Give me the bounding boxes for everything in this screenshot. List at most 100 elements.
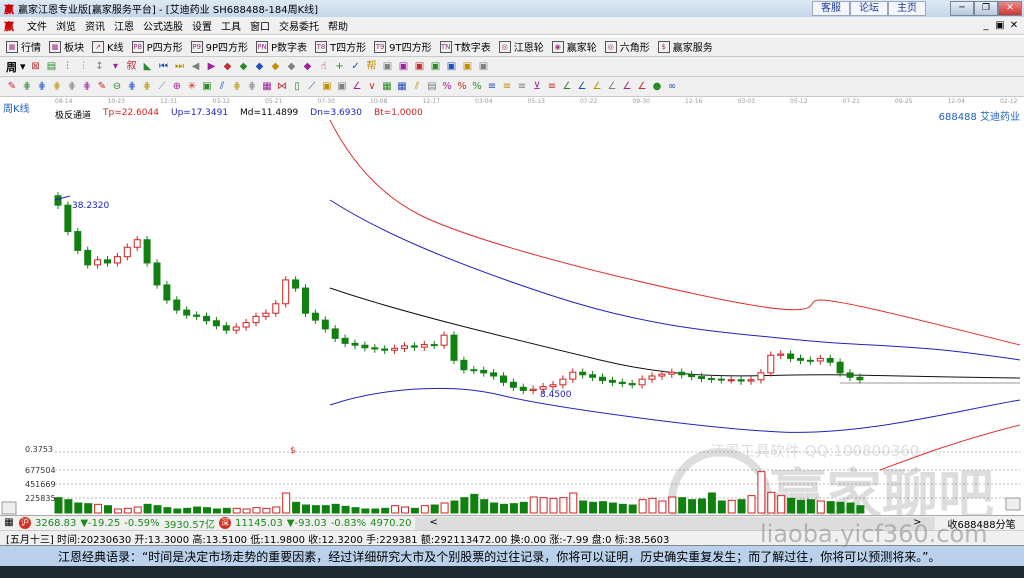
toolbar-button-hexagon[interactable]: ◎ 六角形	[604, 39, 650, 54]
tool-icon[interactable]: ▣	[382, 61, 394, 73]
tool-icon[interactable]: %	[456, 81, 468, 93]
tool-icon[interactable]: ⫶	[62, 61, 74, 73]
tool-icon[interactable]: 帮	[366, 61, 378, 73]
tool-icon[interactable]: ∠	[591, 81, 603, 93]
tool-icon[interactable]: ⊖	[111, 81, 123, 93]
toolbar-button-wheel[interactable]: ◎ 江恩轮	[498, 39, 544, 54]
tool-icon[interactable]: ▤	[426, 81, 438, 93]
tool-icon[interactable]: ▣	[478, 61, 490, 73]
scroll-left-button[interactable]: <	[429, 517, 437, 530]
toolbar-button-pn[interactable]: PN P数字表	[256, 39, 307, 54]
tool-icon[interactable]: ∠	[576, 81, 588, 93]
tool-icon[interactable]: ▦	[396, 81, 408, 93]
tool-icon[interactable]: ◆	[254, 61, 266, 73]
tool-icon[interactable]: ∠	[561, 81, 573, 93]
tool-icon[interactable]: ⏮	[158, 61, 170, 73]
toolbar-button-blocks[interactable]: ▩ 板块	[49, 39, 84, 54]
tool-icon[interactable]: ▦	[381, 81, 393, 93]
tool-icon[interactable]: ✎	[96, 81, 108, 93]
tool-icon[interactable]: ▣	[398, 61, 410, 73]
tool-icon[interactable]: ≡	[486, 81, 498, 93]
tool-icon[interactable]: ⊠	[30, 61, 42, 73]
tool-icon[interactable]: ⋕	[231, 81, 243, 93]
menu-gann[interactable]: 江恩	[114, 18, 134, 33]
toolbar-button-winner-wheel[interactable]: ◉ 赢家轮	[551, 39, 597, 54]
tool-icon[interactable]: ▣	[414, 61, 426, 73]
tool-icon[interactable]: ⟋	[306, 81, 318, 93]
tool-icon[interactable]: ▦	[261, 81, 273, 93]
tool-icon[interactable]: ∨	[366, 81, 378, 93]
mdi-minimize-button[interactable]: _	[980, 20, 992, 32]
toolbar-button-9p4[interactable]: P9 9P四方形	[190, 39, 248, 54]
tool-icon[interactable]: ⫽	[216, 81, 228, 93]
tool-icon[interactable]: ◆	[270, 61, 282, 73]
tool-icon[interactable]: ⋕	[246, 81, 258, 93]
tool-icon[interactable]: ☝	[318, 61, 330, 73]
toolbar-button-tn[interactable]: TN T数字表	[439, 39, 491, 54]
tool-icon[interactable]: ✳	[186, 81, 198, 93]
tool-icon[interactable]: ✓	[350, 61, 362, 73]
toolbar-button-p4[interactable]: P8 P四方形	[131, 39, 183, 54]
close-button[interactable]: ✕	[998, 1, 1022, 16]
kline-chart[interactable]: 江恩工具软件 QQ:100800360 赢家聊吧 38.2320 8.4500 …	[0, 97, 1024, 515]
toolbar-button-kline[interactable]: ↗ K线	[92, 39, 124, 54]
scroll-right-button[interactable]: >	[913, 517, 921, 530]
tool-icon[interactable]: ▾	[110, 61, 122, 73]
toolbar-button-t9[interactable]: T9 9T四方形	[374, 39, 432, 54]
tool-icon[interactable]: ◆	[222, 61, 234, 73]
tool-icon[interactable]: ≡	[501, 81, 513, 93]
tool-icon[interactable]: ▣	[446, 61, 458, 73]
tool-icon[interactable]: ∠	[636, 81, 648, 93]
tool-icon[interactable]: ●	[651, 81, 663, 93]
toolbar-button-dollar[interactable]: $ 赢家服务	[657, 39, 713, 54]
menu-help[interactable]: 帮助	[328, 18, 348, 33]
calculator-icon[interactable]: ▦	[3, 517, 15, 529]
tool-icon[interactable]: ⫶	[78, 61, 90, 73]
tool-icon[interactable]: ⏭	[174, 61, 186, 73]
tool-icon[interactable]: ⋕	[21, 81, 33, 93]
tool-icon[interactable]: ▤	[46, 61, 58, 73]
tool-icon[interactable]: ◆	[238, 61, 250, 73]
tool-icon[interactable]: ⋕	[81, 81, 93, 93]
tool-icon[interactable]: ∠	[621, 81, 633, 93]
tool-icon[interactable]: ⋕	[51, 81, 63, 93]
tool-icon[interactable]: ▯	[291, 81, 303, 93]
tool-icon[interactable]: ⋕	[126, 81, 138, 93]
toolbar-button-t8[interactable]: T8 T四方形	[315, 39, 366, 54]
tool-icon[interactable]: ⫽	[411, 81, 423, 93]
tool-icon[interactable]: %	[441, 81, 453, 93]
tool-icon[interactable]: ⋕	[141, 81, 153, 93]
restore-button[interactable]: ❐	[974, 1, 998, 16]
tool-icon[interactable]: ⋈	[276, 81, 288, 93]
tool-icon[interactable]: ◣	[142, 61, 154, 73]
horizontal-scrollbar[interactable]: < >	[415, 516, 936, 530]
menu-formula[interactable]: 公式选股	[143, 18, 183, 33]
tool-icon[interactable]: ∠	[351, 81, 363, 93]
menu-news[interactable]: 资讯	[85, 18, 105, 33]
tool-icon[interactable]: ▣	[201, 81, 213, 93]
tool-icon[interactable]: ◀	[190, 61, 202, 73]
menu-trade[interactable]: 交易委托	[279, 18, 319, 33]
toolbar-button-grid[interactable]: ▦ 行情	[6, 39, 41, 54]
menu-browse[interactable]: 浏览	[56, 18, 76, 33]
mdi-restore-button[interactable]: ▣	[994, 20, 1006, 32]
customer-service-button[interactable]: 客服	[812, 1, 850, 16]
mdi-close-button[interactable]: ✕	[1008, 20, 1020, 32]
tool-icon[interactable]: ↕	[94, 61, 106, 73]
panel-arrow-button[interactable]	[1005, 497, 1021, 511]
homepage-button[interactable]: 主页	[888, 1, 926, 16]
forum-button[interactable]: 论坛	[850, 1, 888, 16]
tick-feed-status[interactable]: 收688488分笔	[947, 516, 1015, 531]
tool-icon[interactable]: ▣	[430, 61, 442, 73]
tool-icon[interactable]: ⊻	[531, 81, 543, 93]
menu-tools[interactable]: 工具	[221, 18, 241, 33]
tool-icon[interactable]: ⋕	[66, 81, 78, 93]
tool-icon[interactable]: %	[471, 81, 483, 93]
tool-icon[interactable]: ▣	[321, 81, 333, 93]
tool-icon[interactable]: ⋕	[36, 81, 48, 93]
tool-icon[interactable]: ▣	[462, 61, 474, 73]
tool-icon[interactable]: 叙	[126, 61, 138, 73]
menu-settings[interactable]: 设置	[192, 18, 212, 33]
tool-icon[interactable]: ▣	[336, 81, 348, 93]
tool-icon[interactable]: ▶	[206, 61, 218, 73]
